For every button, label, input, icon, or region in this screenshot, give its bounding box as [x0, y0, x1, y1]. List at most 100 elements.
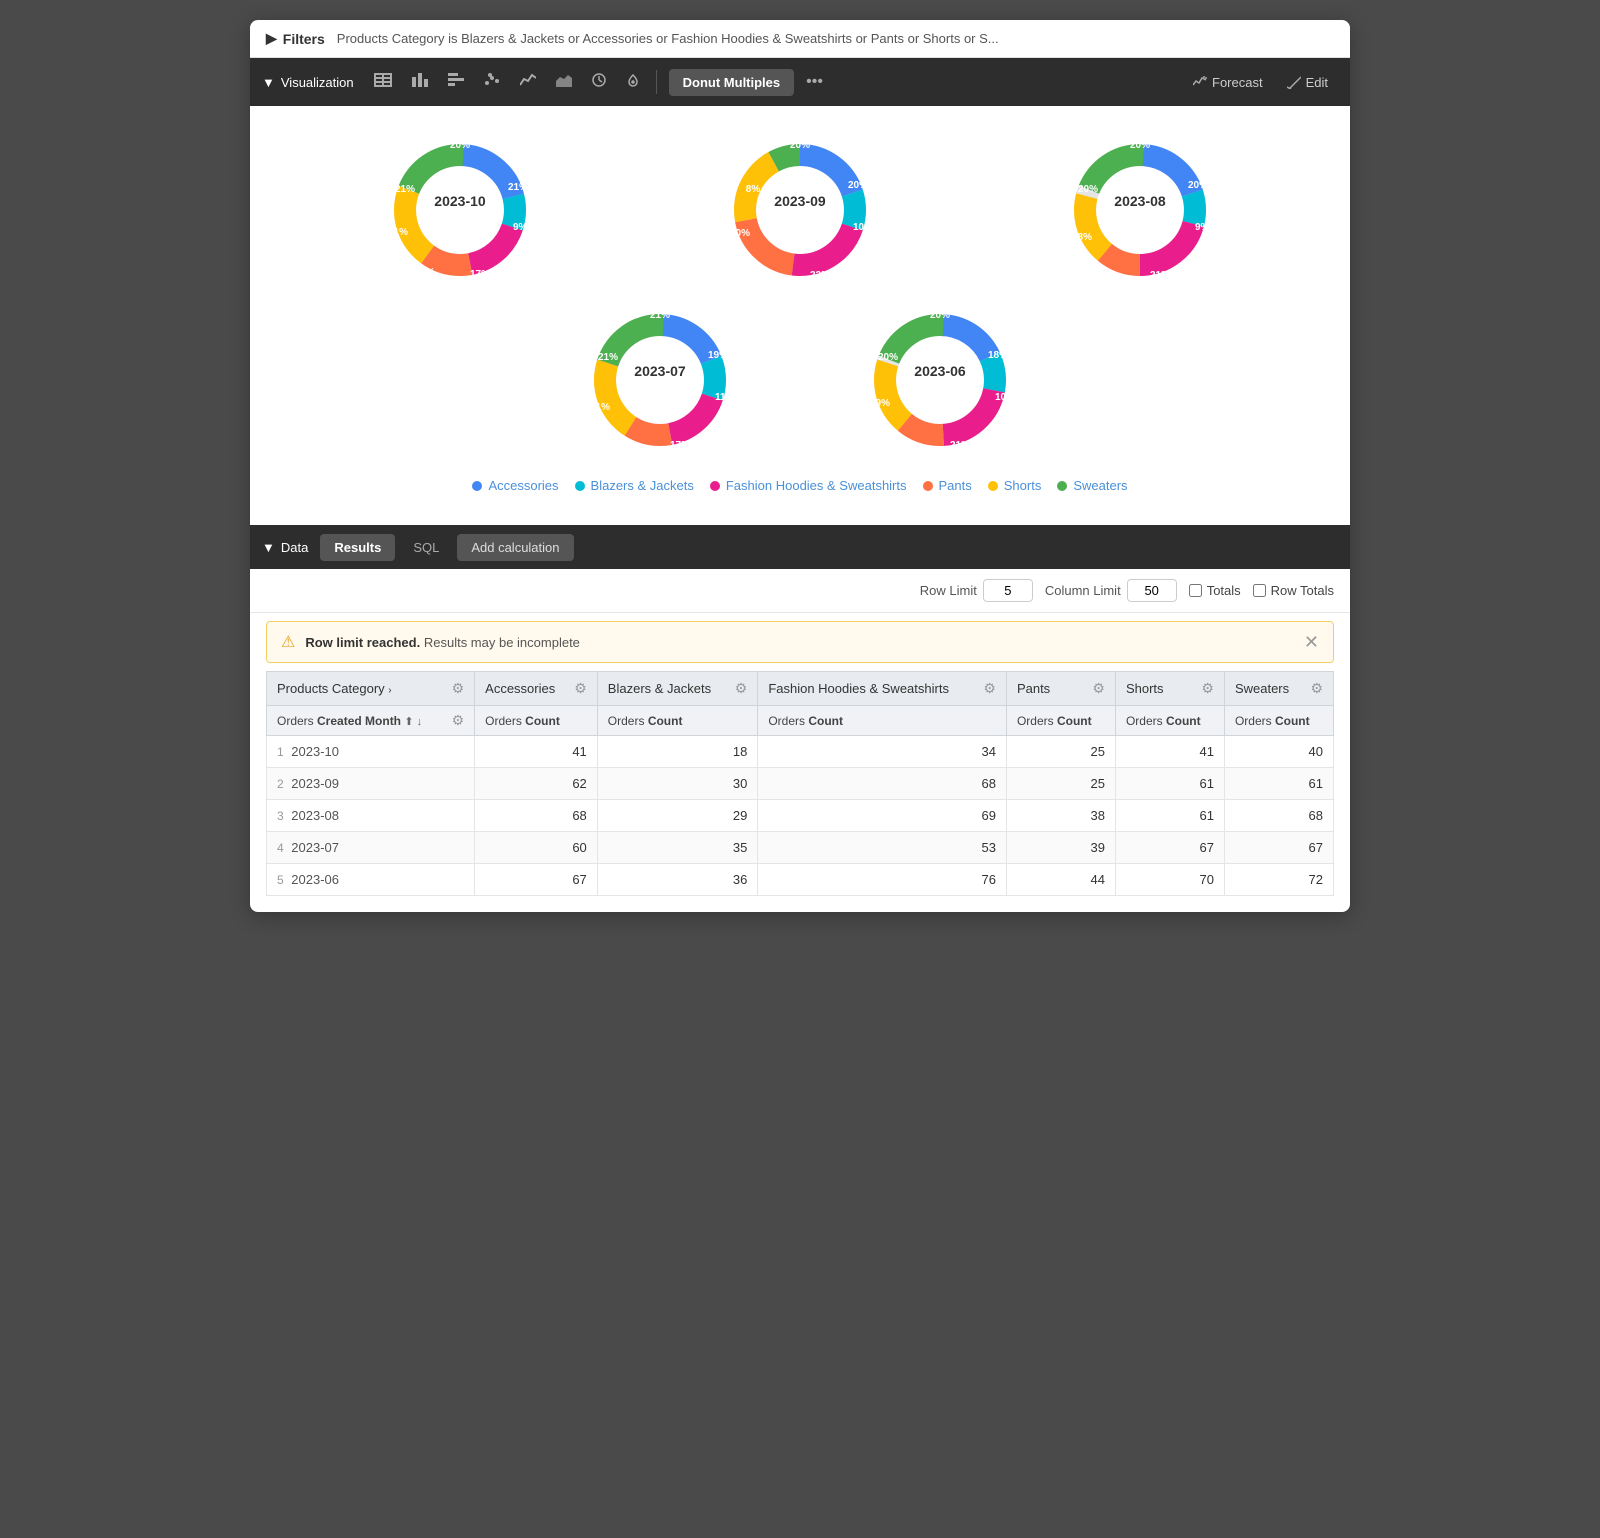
svg-text:22%: 22%: [810, 270, 830, 281]
cell-row3-accessories: 68: [475, 800, 598, 832]
svg-text:12%: 12%: [892, 440, 912, 451]
svg-text:20%: 20%: [450, 140, 470, 151]
accessories-gear-icon[interactable]: ⚙: [574, 680, 587, 697]
subheader-fashion-count: Orders Count: [758, 706, 1007, 736]
svg-text:21%: 21%: [590, 402, 610, 413]
svg-text:21%: 21%: [650, 310, 670, 321]
sort-icon[interactable]: ⬆ ↓: [404, 716, 422, 728]
filters-toggle[interactable]: ▶ Filters: [266, 30, 325, 47]
viz-line-icon-btn[interactable]: [512, 67, 544, 97]
cell-row3-sweaters: 68: [1224, 800, 1333, 832]
cell-row1-shorts: 41: [1115, 736, 1224, 768]
viz-toolbar: ▼ Visualization: [250, 58, 1350, 106]
table-row: 2 2023-09 62 30 68 25 61 61: [267, 768, 1334, 800]
shorts-gear-icon[interactable]: ⚙: [1201, 680, 1214, 697]
cell-row5-fashion: 76: [758, 864, 1007, 896]
filters-text: Products Category is Blazers & Jackets o…: [337, 31, 999, 46]
viz-map-icon-btn[interactable]: [618, 67, 648, 97]
period-subheader-gear-icon[interactable]: ⚙: [452, 712, 465, 729]
svg-text:2023-06: 2023-06: [914, 363, 966, 379]
svg-text:2023-07: 2023-07: [634, 363, 686, 379]
filters-bar: ▶ Filters Products Category is Blazers &…: [250, 20, 1350, 58]
edit-btn[interactable]: Edit: [1277, 69, 1338, 96]
forecast-btn[interactable]: Forecast: [1183, 69, 1273, 96]
subheader-shorts-count: Orders Count: [1115, 706, 1224, 736]
cell-row1-pants: 25: [1006, 736, 1115, 768]
sql-tab[interactable]: SQL: [399, 534, 453, 561]
svg-text:9%: 9%: [1195, 222, 1210, 233]
subheader-accessories-count: Orders Count: [475, 706, 598, 736]
cell-row5-sweaters: 72: [1224, 864, 1333, 896]
table-subheader-row: Orders Created Month ⬆ ↓ ⚙ Orders Count …: [267, 706, 1334, 736]
cell-row1-fashion: 34: [758, 736, 1007, 768]
legend-label-fashion: Fashion Hoodies & Sweatshirts: [726, 478, 907, 493]
products-category-chevron: ›: [388, 685, 391, 696]
legend: Accessories Blazers & Jackets Fashion Ho…: [290, 470, 1310, 509]
row-limit-input[interactable]: [983, 579, 1033, 602]
totals-checkbox-label[interactable]: Totals: [1189, 583, 1241, 598]
legend-shorts[interactable]: Shorts: [988, 478, 1042, 493]
viz-label: ▼ Visualization: [262, 75, 354, 90]
row-totals-checkbox[interactable]: [1253, 584, 1266, 597]
cell-row2-accessories: 62: [475, 768, 598, 800]
chevron-down-icon: ▼: [262, 75, 275, 90]
col-limit-input[interactable]: [1127, 579, 1177, 602]
svg-text:10%: 10%: [853, 222, 873, 233]
pants-gear-icon[interactable]: ⚙: [1092, 680, 1105, 697]
fashion-gear-icon[interactable]: ⚙: [983, 680, 996, 697]
legend-label-accessories: Accessories: [488, 478, 558, 493]
svg-text:12%: 12%: [615, 440, 635, 451]
svg-text:21%: 21%: [950, 440, 970, 451]
donut-2023-08: 2023-08 20% 20% 9% 21% 11% 18% 20%: [1060, 130, 1220, 290]
legend-pants[interactable]: Pants: [923, 478, 972, 493]
legend-label-sweaters: Sweaters: [1073, 478, 1127, 493]
legend-accessories[interactable]: Accessories: [472, 478, 558, 493]
warning-close-btn[interactable]: ✕: [1304, 633, 1319, 651]
donut-2023-09: 2023-09 20% 20% 10% 22% 20% 20% 8%: [720, 130, 880, 290]
svg-text:17%: 17%: [670, 440, 690, 451]
legend-sweaters[interactable]: Sweaters: [1057, 478, 1127, 493]
cell-row3-fashion: 69: [758, 800, 1007, 832]
totals-checkbox[interactable]: [1189, 584, 1202, 597]
subheader-pants-count: Orders Count: [1006, 706, 1115, 736]
viz-table-icon-btn[interactable]: [366, 67, 400, 97]
viz-scatter-icon-btn[interactable]: [476, 67, 508, 97]
svg-text:21%: 21%: [388, 227, 408, 238]
svg-text:20%: 20%: [1078, 184, 1098, 195]
controls-row: Row Limit Column Limit Totals Row Totals: [250, 569, 1350, 613]
table-row: 3 2023-08 68 29 69 38 61 68: [267, 800, 1334, 832]
svg-text:20%: 20%: [878, 352, 898, 363]
row-limit-group: Row Limit: [920, 579, 1033, 602]
add-calculation-btn[interactable]: Add calculation: [457, 534, 573, 561]
viz-more-btn[interactable]: •••: [798, 68, 831, 96]
cell-row4-pants: 39: [1006, 832, 1115, 864]
viz-bar-icon-btn[interactable]: [404, 67, 436, 97]
legend-blazers[interactable]: Blazers & Jackets: [575, 478, 694, 493]
legend-fashion[interactable]: Fashion Hoodies & Sweatshirts: [710, 478, 907, 493]
cell-row2-blazers: 30: [597, 768, 758, 800]
svg-text:11%: 11%: [715, 392, 735, 403]
cell-row3-period: 3 2023-08: [267, 800, 475, 832]
col-header-blazers: Blazers & Jackets ⚙: [597, 672, 758, 706]
viz-clock-icon-btn[interactable]: [584, 67, 614, 97]
svg-text:21%: 21%: [508, 182, 528, 193]
cell-row2-sweaters: 61: [1224, 768, 1333, 800]
col-header-sweaters: Sweaters ⚙: [1224, 672, 1333, 706]
cell-row2-period: 2 2023-09: [267, 768, 475, 800]
col-header-fashion: Fashion Hoodies & Sweatshirts ⚙: [758, 672, 1007, 706]
table-row: 1 2023-10 41 18 34 25 41 40: [267, 736, 1334, 768]
svg-text:20%: 20%: [752, 270, 772, 281]
data-toolbar: ▼ Data Results SQL Add calculation: [250, 525, 1350, 569]
products-category-gear-icon[interactable]: ⚙: [452, 680, 465, 697]
row-totals-checkbox-label[interactable]: Row Totals: [1253, 583, 1334, 598]
results-tab[interactable]: Results: [320, 534, 395, 561]
sweaters-gear-icon[interactable]: ⚙: [1310, 680, 1323, 697]
col-header-pants: Pants ⚙: [1006, 672, 1115, 706]
cell-row1-accessories: 41: [475, 736, 598, 768]
blazers-gear-icon[interactable]: ⚙: [735, 680, 748, 697]
legend-dot-sweaters: [1057, 481, 1067, 491]
viz-hbar-icon-btn[interactable]: [440, 67, 472, 97]
viz-area-icon-btn[interactable]: [548, 67, 580, 97]
col-header-products-category: Products Category › ⚙: [267, 672, 475, 706]
svg-text:19%: 19%: [870, 398, 890, 409]
